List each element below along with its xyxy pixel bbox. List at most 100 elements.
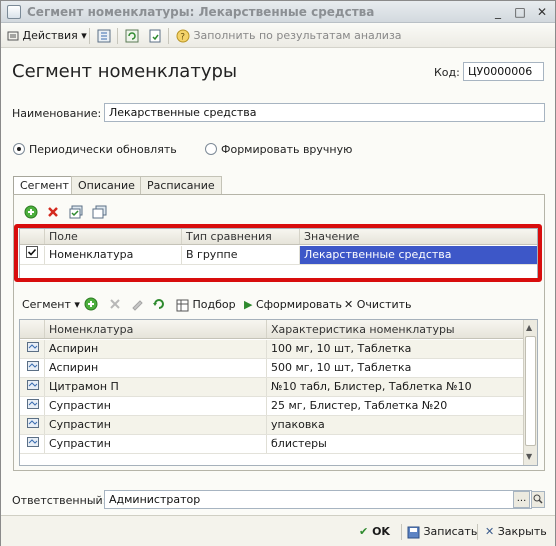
fill-by-analysis-label: Заполнить по результатам анализа xyxy=(193,29,402,42)
name-field[interactable]: Лекарственные средства xyxy=(104,103,545,122)
code-label: Код: xyxy=(434,66,460,79)
delete-icon xyxy=(110,299,120,309)
copy-icon xyxy=(92,205,107,219)
item-icon xyxy=(20,435,45,453)
list-item[interactable]: Цитрамон П №10 табл, Блистер, Таблетка №1… xyxy=(20,378,523,397)
save-button[interactable]: Записать xyxy=(407,523,477,541)
name-label: Наименование: xyxy=(12,107,102,120)
tab-schedule[interactable]: Расписание xyxy=(140,176,222,195)
chevron-down-icon: ▾ xyxy=(81,29,87,42)
window: Сегмент номенклатуры: Лекарственные сред… xyxy=(0,0,556,546)
save-label: Записать xyxy=(423,525,478,538)
item-spec[interactable]: 25 мг, Блистер, Таблетка №20 xyxy=(267,397,523,415)
close-button[interactable]: ✕ Закрыть xyxy=(485,523,547,541)
list-item[interactable]: Супрастин 25 мг, Блистер, Таблетка №20 xyxy=(20,397,523,416)
add-icon xyxy=(84,297,98,311)
add-condition-button[interactable] xyxy=(24,205,38,222)
item-icon xyxy=(20,397,45,415)
bottom-bar: ✔ OK Записать ✕ Закрыть xyxy=(1,515,555,546)
responsible-field[interactable]: Администратор xyxy=(104,490,532,509)
responsible-select-button[interactable]: ... xyxy=(513,491,530,508)
clear-button[interactable]: ✕ Очистить xyxy=(344,296,412,314)
add-icon xyxy=(24,205,38,219)
ok-button[interactable]: ✔ OK xyxy=(359,523,390,541)
delete-condition-button[interactable] xyxy=(46,205,60,222)
add-item-button[interactable] xyxy=(84,297,98,314)
refresh-icon xyxy=(125,29,139,43)
list-item[interactable]: Аспирин 100 мг, 10 шт, Таблетка xyxy=(20,340,523,359)
help-icon: ? xyxy=(176,29,190,43)
close-window-button[interactable]: ✕ xyxy=(531,4,553,20)
tree-view-button[interactable] xyxy=(97,27,111,45)
column-item[interactable]: Номенклатура xyxy=(45,320,267,338)
play-icon: ▶ xyxy=(244,298,253,311)
table-icon xyxy=(176,299,189,311)
minimize-button[interactable]: _ xyxy=(487,4,509,20)
clear-label: Очистить xyxy=(356,298,412,311)
item-name[interactable]: Аспирин xyxy=(45,359,267,377)
save-icon xyxy=(407,526,420,538)
ok-check-icon: ✔ xyxy=(359,525,369,538)
radio-periodic[interactable] xyxy=(13,143,25,155)
code-field[interactable]: ЦУ0000006 xyxy=(463,62,544,81)
title-bar: Сегмент номенклатуры: Лекарственные сред… xyxy=(1,1,555,23)
delete-icon xyxy=(48,207,58,217)
item-spec[interactable]: блистеры xyxy=(267,435,523,453)
refresh-items-button[interactable] xyxy=(152,297,166,314)
list-item[interactable]: Аспирин 500 мг, 10 шт, Таблетка xyxy=(20,359,523,378)
radio-manual[interactable] xyxy=(205,143,217,155)
delete-item-button[interactable] xyxy=(108,297,122,314)
scroll-up-icon: ▲ xyxy=(526,323,533,332)
item-spec[interactable]: упаковка xyxy=(267,416,523,434)
document-icon xyxy=(149,29,161,43)
check-all-button[interactable] xyxy=(69,205,84,222)
scrollbar-thumb[interactable] xyxy=(525,336,536,446)
item-spec[interactable]: 500 мг, 10 шт, Таблетка xyxy=(267,359,523,377)
item-name[interactable]: Аспирин xyxy=(45,340,267,358)
build-label: Сформировать xyxy=(255,298,343,311)
copy-button[interactable] xyxy=(148,27,162,45)
pick-button[interactable]: Подбор xyxy=(176,296,236,314)
tree-icon xyxy=(97,29,111,43)
list-item[interactable]: Супрастин блистеры xyxy=(20,435,523,454)
pencil-icon xyxy=(132,300,143,311)
segment-menu[interactable]: Сегмент ▾ xyxy=(22,296,80,314)
actions-menu[interactable]: Действия ▾ xyxy=(7,27,87,45)
search-icon xyxy=(533,494,543,504)
pick-label: Подбор xyxy=(192,298,236,311)
fill-by-analysis-button[interactable]: ? Заполнить по результатам анализа xyxy=(176,27,402,45)
actions-icon xyxy=(7,31,19,41)
tab-description[interactable]: Описание xyxy=(71,176,142,195)
svg-text:?: ? xyxy=(180,33,185,43)
list-item[interactable]: Супрастин упаковка xyxy=(20,416,523,435)
edit-item-button[interactable] xyxy=(130,297,144,314)
responsible-search-button[interactable] xyxy=(531,491,545,508)
radio-manual-label[interactable]: Формировать вручную xyxy=(221,143,352,156)
actions-label: Действия xyxy=(22,29,78,42)
highlight-frame xyxy=(14,224,542,282)
item-name[interactable]: Супрастин xyxy=(45,397,267,415)
items-scrollbar[interactable]: ▲ ▼ xyxy=(523,320,537,465)
radio-periodic-label[interactable]: Периодически обновлять xyxy=(29,143,177,156)
clear-icon: ✕ xyxy=(344,298,354,311)
build-button[interactable]: ▶ Сформировать xyxy=(244,296,342,314)
item-name[interactable]: Супрастин xyxy=(45,435,267,453)
refresh-icon xyxy=(153,299,164,309)
close-icon: ✕ xyxy=(485,525,495,538)
item-name[interactable]: Супрастин xyxy=(45,416,267,434)
window-title: Сегмент номенклатуры: Лекарственные сред… xyxy=(27,5,375,19)
close-label: Закрыть xyxy=(497,525,547,538)
item-spec[interactable]: 100 мг, 10 шт, Таблетка xyxy=(267,340,523,358)
items-table: Номенклатура Характеристика номенклатуры… xyxy=(19,319,538,466)
item-name[interactable]: Цитрамон П xyxy=(45,378,267,396)
uncheck-all-button[interactable] xyxy=(92,205,107,222)
item-spec[interactable]: №10 табл, Блистер, Таблетка №10 xyxy=(267,378,523,396)
maximize-button[interactable]: □ xyxy=(509,4,531,20)
chevron-down-icon: ▾ xyxy=(74,298,80,311)
column-spec[interactable]: Характеристика номенклатуры xyxy=(267,320,523,338)
refresh-button[interactable] xyxy=(125,27,139,45)
tab-segment[interactable]: Сегмент xyxy=(13,176,76,196)
item-icon xyxy=(20,378,45,396)
responsible-label: Ответственный: xyxy=(12,494,107,507)
item-icon xyxy=(20,340,45,358)
